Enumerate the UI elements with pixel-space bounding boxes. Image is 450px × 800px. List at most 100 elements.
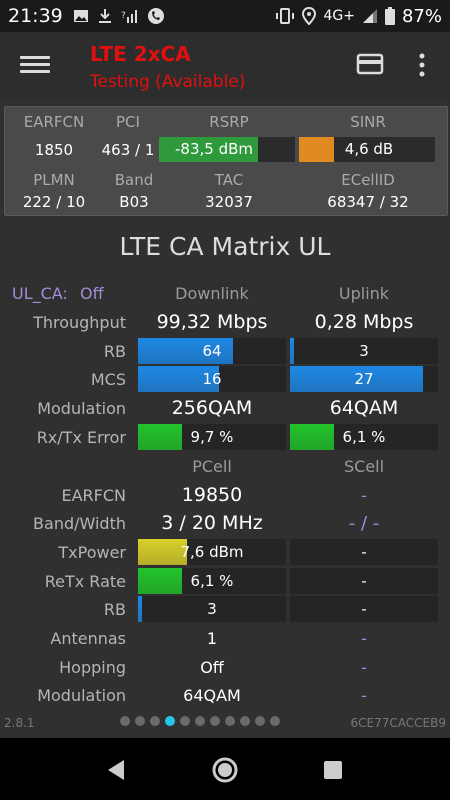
mcs-ul-value: 27: [354, 370, 374, 388]
scell-antennas: -: [361, 629, 367, 648]
ul-ca-label: UL_CA:: [12, 284, 68, 303]
menu-button[interactable]: [20, 52, 50, 80]
rb-ul-meter: 3: [290, 338, 438, 364]
scell-retx: -: [361, 572, 367, 590]
scell-bandwidth: - / -: [348, 513, 380, 534]
rb-label: RB: [103, 342, 126, 361]
rb-ul-value: 3: [359, 342, 369, 360]
status-time: 21:39: [8, 5, 63, 27]
scell-rb: -: [361, 600, 367, 618]
network-type: 4G+: [323, 8, 355, 24]
rsrp-value: -83,5 dBm: [174, 140, 253, 158]
signal-unknown-icon: ?: [121, 8, 139, 24]
page-dot[interactable]: [240, 716, 250, 726]
home-icon: [212, 757, 238, 783]
downlink-header: Downlink: [175, 284, 249, 303]
plmn-value: 222 / 10: [22, 193, 86, 211]
throughput-dl: 99,32 Mbps: [156, 311, 268, 333]
call-icon: [147, 7, 165, 25]
page-dot[interactable]: [195, 716, 205, 726]
page-dot[interactable]: [255, 716, 265, 726]
vibrate-icon: [275, 8, 295, 24]
cell-signal-icon: [362, 8, 378, 24]
bandwidth-label: Band/Width: [33, 514, 126, 533]
pci-value: 463 / 1: [101, 141, 155, 159]
page-dot[interactable]: [225, 716, 235, 726]
error-label: Rx/Tx Error: [36, 428, 126, 447]
page-dot[interactable]: [120, 716, 130, 726]
page-dot[interactable]: [180, 716, 190, 726]
device-code: 6CE77CACCEB9: [350, 716, 446, 730]
band-value: B03: [119, 193, 149, 211]
pcell-antennas: 1: [206, 629, 218, 648]
recents-icon: [324, 761, 342, 779]
matrix-title: LTE CA Matrix UL: [119, 232, 331, 261]
earfcn-value: 1850: [34, 141, 74, 159]
mcs-label: MCS: [90, 370, 126, 389]
tac-value: 32037: [205, 193, 253, 211]
app-subtitle: Testing (Available): [90, 72, 246, 92]
page-dot[interactable]: [150, 716, 160, 726]
throughput-label: Throughput: [33, 313, 126, 332]
throughput-ul: 0,28 Mbps: [314, 311, 414, 333]
page-dot[interactable]: [270, 716, 280, 726]
pcell-modulation: 64QAM: [183, 686, 241, 705]
svg-text:?: ?: [121, 11, 126, 21]
image-icon: [73, 8, 89, 24]
card-button[interactable]: [356, 52, 384, 76]
scell-earfcn: -: [361, 486, 367, 505]
pcell-hopping: Off: [200, 658, 224, 677]
error-ul-value: 6,1 %: [342, 428, 386, 446]
scell-header: SCell: [343, 457, 385, 476]
pcell-bandwidth: 3 / 20 MHz: [161, 512, 263, 534]
pcell-txpower: 7,6 dBm: [180, 543, 244, 561]
location-icon: [302, 7, 317, 25]
hopping-label: Hopping: [59, 658, 126, 677]
pcell-earfcn-label: EARFCN: [61, 486, 126, 505]
scell-retx-cell: -: [290, 568, 438, 594]
band-header: Band: [114, 171, 154, 189]
navigation-bar: [0, 738, 450, 800]
credit-card-icon: [356, 53, 384, 75]
rb-dl-value: 64: [202, 342, 222, 360]
page-dot[interactable]: [135, 716, 145, 726]
pcell-rb-label: RB: [103, 600, 126, 619]
txpower-label: TxPower: [58, 543, 126, 562]
ecellid-header: ECellID: [341, 171, 395, 189]
back-icon: [108, 760, 124, 780]
download-icon: [97, 8, 113, 24]
menu-icon: [20, 56, 50, 59]
txpower-meter: 7,6 dBm: [138, 539, 286, 565]
battery-level: 87%: [401, 5, 442, 27]
modulation-ul: 64QAM: [329, 397, 399, 419]
sinr-header: SINR: [350, 113, 386, 131]
mcs-dl-value: 16: [202, 370, 222, 388]
plmn-header: PLMN: [33, 171, 75, 189]
page-dot[interactable]: [165, 716, 175, 726]
more-vert-icon: [419, 53, 425, 77]
battery-icon: [384, 7, 395, 25]
uplink-header: Uplink: [338, 284, 390, 303]
antennas-label: Antennas: [50, 629, 126, 648]
recents-button[interactable]: [322, 759, 344, 785]
version-label: 2.8.1: [4, 716, 35, 730]
error-dl-value: 9,7 %: [190, 428, 234, 446]
app-bar: LTE 2xCA Testing (Available): [0, 32, 450, 100]
page-indicator[interactable]: [120, 716, 280, 726]
back-button[interactable]: [104, 758, 128, 786]
pcell-rb-meter: 3: [138, 596, 286, 622]
retx-label: ReTx Rate: [44, 572, 126, 591]
app-title: LTE 2xCA: [90, 42, 191, 66]
rb-dl-meter: 64: [138, 338, 286, 364]
page-dot[interactable]: [210, 716, 220, 726]
rsrp-header: RSRP: [209, 113, 249, 131]
home-button[interactable]: [211, 756, 239, 788]
pcell-header: PCell: [192, 457, 232, 476]
modulation-label: Modulation: [37, 399, 126, 418]
tac-header: TAC: [214, 171, 244, 189]
scell-modulation: -: [361, 686, 367, 705]
overflow-menu-button[interactable]: [416, 50, 428, 80]
scell-hopping: -: [361, 658, 367, 677]
rsrp-meter: -83,5 dBm: [159, 137, 295, 162]
scell-rb-cell: -: [290, 596, 438, 622]
